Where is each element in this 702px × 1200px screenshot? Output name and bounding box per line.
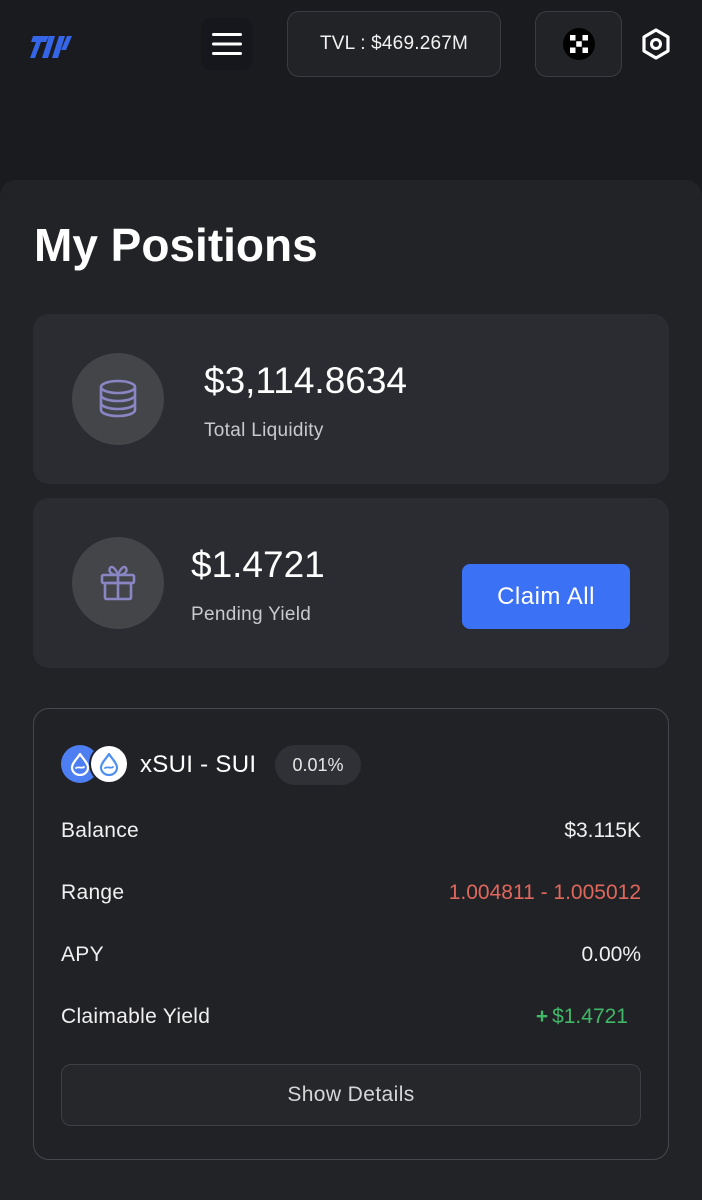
token-pair-icons <box>61 744 129 785</box>
positions-panel: My Positions $3,114.8634 Total Liquidity… <box>0 180 702 1200</box>
okx-wallet-icon <box>562 28 595 60</box>
top-bar: TVL : $469.267M <box>0 0 702 90</box>
tvl-indicator[interactable]: TVL : $469.267M <box>287 11 501 77</box>
claimable-yield-value: + $1.4721 <box>536 1005 628 1029</box>
pending-yield-label: Pending Yield <box>191 604 312 625</box>
position-card: xSUI - SUI 0.01% Balance $3.115K Range 1… <box>33 708 669 1160</box>
range-label: Range <box>61 881 125 904</box>
pending-yield-card: $1.4721 Pending Yield Claim All <box>33 498 669 668</box>
claim-all-button[interactable]: Claim All <box>462 564 630 629</box>
gift-icon <box>100 565 136 601</box>
tvl-label: TVL : $469.267M <box>319 33 469 54</box>
balance-value: $3.115K <box>564 819 641 842</box>
fee-tier-badge: 0.01% <box>275 745 361 785</box>
wallet-button[interactable] <box>535 11 622 77</box>
plus-sign: + <box>535 1005 549 1028</box>
total-liquidity-card: $3,114.8634 Total Liquidity <box>33 314 669 484</box>
menu-button[interactable] <box>201 18 253 70</box>
total-liquidity-value: $3,114.8634 <box>204 360 408 401</box>
coins-stack-icon <box>99 379 137 418</box>
apy-value: 0.00% <box>581 943 641 966</box>
pair-name: xSUI - SUI <box>140 751 257 778</box>
liquidity-icon-wrapper <box>72 353 164 445</box>
sui-token-icon <box>89 744 129 784</box>
apy-label: APY <box>61 943 104 966</box>
range-value: 1.004811 - 1.005012 <box>448 881 641 904</box>
settings-hexagon-icon <box>642 28 670 60</box>
pending-yield-value: $1.4721 <box>191 544 325 585</box>
total-liquidity-label: Total Liquidity <box>204 420 324 441</box>
show-details-button[interactable]: Show Details <box>61 1064 641 1126</box>
settings-button[interactable] <box>639 27 673 61</box>
page-title: My Positions <box>34 219 318 271</box>
balance-label: Balance <box>61 819 139 842</box>
yield-icon-wrapper <box>72 537 164 629</box>
app-logo[interactable] <box>30 30 72 60</box>
claimable-yield-amount: $1.4721 <box>552 1005 628 1028</box>
logo-icon <box>30 36 72 58</box>
claimable-yield-label: Claimable Yield <box>61 1005 211 1028</box>
hamburger-menu-icon <box>212 33 242 55</box>
